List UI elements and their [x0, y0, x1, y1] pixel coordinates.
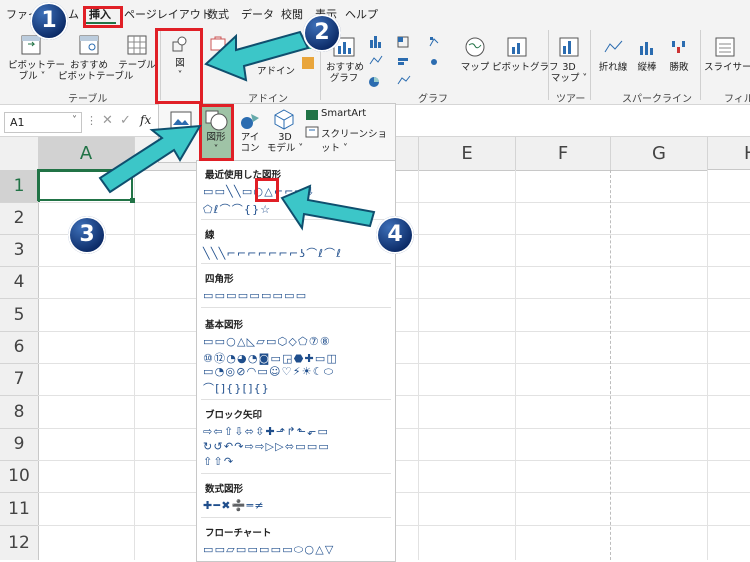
- step-badge-4: 4: [376, 216, 414, 254]
- step-badge-3: 3: [68, 216, 106, 254]
- annotation-arrows: [98, 30, 376, 231]
- arrow-3: [98, 124, 202, 194]
- step-badge-2: 2: [303, 14, 341, 52]
- arrow-2: [204, 30, 310, 82]
- arrow-4: [280, 184, 376, 231]
- step-badge-1: 1: [30, 2, 68, 40]
